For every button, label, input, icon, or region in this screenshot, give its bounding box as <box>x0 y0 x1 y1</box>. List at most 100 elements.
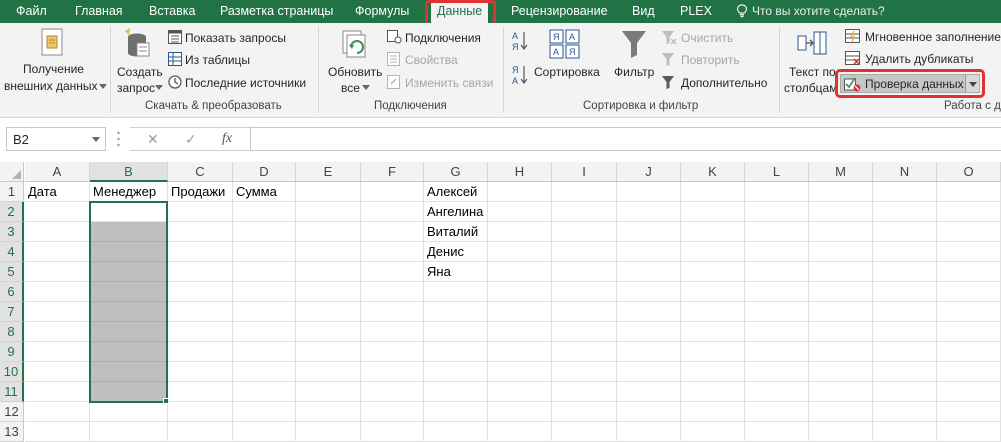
tab-page-layout[interactable]: Разметка страницы <box>220 0 333 23</box>
row-header-4[interactable]: 4 <box>0 242 24 262</box>
column-header-b[interactable]: B <box>90 162 168 182</box>
cell-m5[interactable] <box>809 262 873 282</box>
column-header-l[interactable]: L <box>745 162 809 182</box>
cell-o9[interactable] <box>937 342 1001 362</box>
cell-c12[interactable] <box>168 402 233 422</box>
cell-m13[interactable] <box>809 422 873 442</box>
cell-k10[interactable] <box>681 362 745 382</box>
column-header-i[interactable]: I <box>552 162 617 182</box>
cell-m12[interactable] <box>809 402 873 422</box>
cancel-icon[interactable]: ✕ <box>147 128 159 150</box>
tab-file[interactable]: Файл <box>16 0 47 23</box>
cell-d11[interactable] <box>233 382 296 402</box>
cell-e8[interactable] <box>296 322 361 342</box>
cell-m3[interactable] <box>809 222 873 242</box>
row-header-6[interactable]: 6 <box>0 282 24 302</box>
cell-h10[interactable] <box>488 362 552 382</box>
cell-e1[interactable] <box>296 182 361 202</box>
cell-k6[interactable] <box>681 282 745 302</box>
reapply-button[interactable]: Повторить <box>681 53 740 67</box>
cell-e7[interactable] <box>296 302 361 322</box>
formula-input[interactable] <box>250 127 1001 151</box>
insert-function-icon[interactable]: fx <box>222 128 232 150</box>
fill-handle[interactable] <box>163 398 169 404</box>
cell-l2[interactable] <box>745 202 809 222</box>
cell-o1[interactable] <box>937 182 1001 202</box>
cell-b4[interactable] <box>90 242 168 262</box>
cell-b9[interactable] <box>90 342 168 362</box>
cell-c2[interactable] <box>168 202 233 222</box>
cell-f4[interactable] <box>361 242 424 262</box>
recent-sources-button[interactable]: Последние источники <box>185 76 306 90</box>
cell-f13[interactable] <box>361 422 424 442</box>
cell-n8[interactable] <box>873 322 937 342</box>
cell-n1[interactable] <box>873 182 937 202</box>
cell-a4[interactable] <box>25 242 90 262</box>
cell-f11[interactable] <box>361 382 424 402</box>
column-header-d[interactable]: D <box>233 162 296 182</box>
cell-j5[interactable] <box>617 262 681 282</box>
cell-n7[interactable] <box>873 302 937 322</box>
cell-o7[interactable] <box>937 302 1001 322</box>
cell-i12[interactable] <box>552 402 617 422</box>
cell-n11[interactable] <box>873 382 937 402</box>
text-to-columns-line1[interactable]: Текст по <box>789 65 836 79</box>
row-header-3[interactable]: 3 <box>0 222 24 242</box>
cell-a6[interactable] <box>25 282 90 302</box>
cell-i2[interactable] <box>552 202 617 222</box>
cell-f1[interactable] <box>361 182 424 202</box>
cell-n4[interactable] <box>873 242 937 262</box>
cell-m4[interactable] <box>809 242 873 262</box>
cell-m9[interactable] <box>809 342 873 362</box>
cell-d5[interactable] <box>233 262 296 282</box>
cell-j2[interactable] <box>617 202 681 222</box>
remove-duplicates-button[interactable]: Удалить дубликаты <box>865 52 973 66</box>
text-to-columns-line2[interactable]: столбцам <box>784 81 837 95</box>
cell-i4[interactable] <box>552 242 617 262</box>
cell-j8[interactable] <box>617 322 681 342</box>
tab-insert[interactable]: Вставка <box>149 0 195 23</box>
cell-a13[interactable] <box>25 422 90 442</box>
row-header-5[interactable]: 5 <box>0 262 24 282</box>
cell-l8[interactable] <box>745 322 809 342</box>
cell-o3[interactable] <box>937 222 1001 242</box>
cell-i13[interactable] <box>552 422 617 442</box>
chevron-down-icon[interactable] <box>92 137 100 142</box>
cell-b13[interactable] <box>90 422 168 442</box>
cell-d10[interactable] <box>233 362 296 382</box>
cell-e4[interactable] <box>296 242 361 262</box>
cell-k13[interactable] <box>681 422 745 442</box>
column-header-g[interactable]: G <box>424 162 488 182</box>
cell-l5[interactable] <box>745 262 809 282</box>
column-header-k[interactable]: K <box>681 162 745 182</box>
cell-c1[interactable]: Продажи <box>168 182 233 202</box>
properties-button[interactable]: Свойства <box>405 53 458 67</box>
cell-a7[interactable] <box>25 302 90 322</box>
column-header-e[interactable]: E <box>296 162 361 182</box>
cell-l12[interactable] <box>745 402 809 422</box>
cell-d3[interactable] <box>233 222 296 242</box>
cell-n13[interactable] <box>873 422 937 442</box>
advanced-button[interactable]: Дополнительно <box>681 76 767 90</box>
name-box[interactable]: B2 <box>6 127 106 151</box>
cell-h9[interactable] <box>488 342 552 362</box>
cell-e10[interactable] <box>296 362 361 382</box>
from-table-button[interactable]: Из таблицы <box>185 53 250 67</box>
cell-k2[interactable] <box>681 202 745 222</box>
tab-plex[interactable]: PLEX <box>680 0 712 23</box>
tab-formulas[interactable]: Формулы <box>355 0 409 23</box>
create-query-line2[interactable]: запрос <box>117 81 155 95</box>
cell-m10[interactable] <box>809 362 873 382</box>
cell-n2[interactable] <box>873 202 937 222</box>
cell-a10[interactable] <box>25 362 90 382</box>
row-header-11[interactable]: 11 <box>0 382 24 402</box>
cell-k8[interactable] <box>681 322 745 342</box>
cell-o12[interactable] <box>937 402 1001 422</box>
cell-l1[interactable] <box>745 182 809 202</box>
refresh-all-line1[interactable]: Обновить <box>328 65 382 79</box>
get-external-line1[interactable]: Получение <box>23 62 84 76</box>
tab-view[interactable]: Вид <box>632 0 655 23</box>
cell-o2[interactable] <box>937 202 1001 222</box>
cell-f9[interactable] <box>361 342 424 362</box>
cell-k4[interactable] <box>681 242 745 262</box>
